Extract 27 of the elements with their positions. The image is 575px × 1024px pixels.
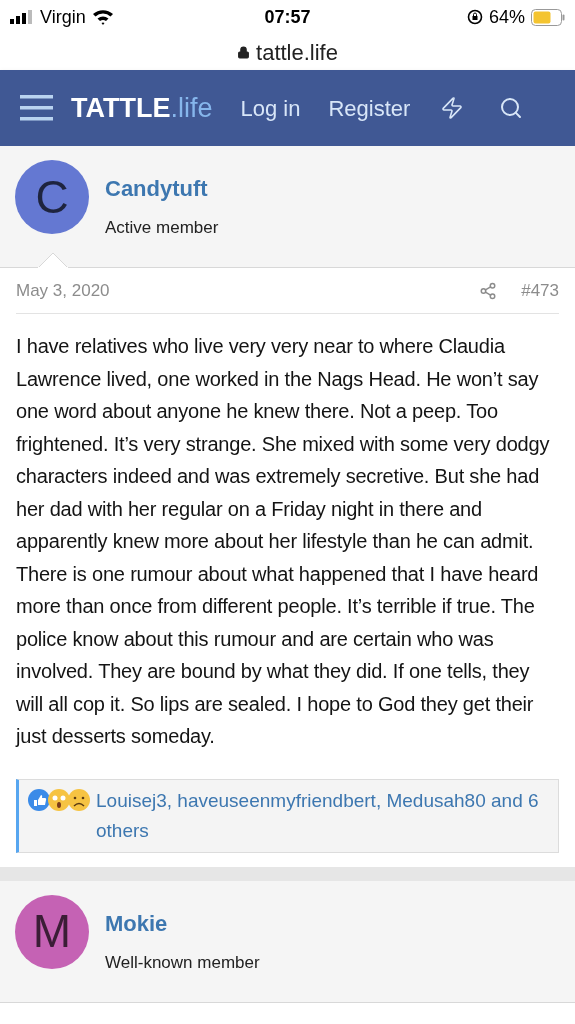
rotation-lock-icon	[466, 9, 483, 25]
post-body: I have relatives who live very very near to where Claudia Lawrence lived, one worked in the Nags Head. He won’t say one word about anyone he knew there. Not a peep. Too frightened. It’s very strange. She mixed with some very dodgy characters indeed and was extremely secretive. But she had her dad with her regular on a Friday night in there and apparently knew more about her lifestyle than he can admit. There is one rumour about what happened that I have heard more than once from different people. It’s terrible if true. The police know about this rumour and are certain who was involved. They are bound by what they did. If one tells, they will all cop it. So lips are sealed. I hope to God they get their just desserts someday.	[16, 334, 551, 749]
share-icon[interactable]	[479, 281, 498, 300]
author-name[interactable]: Candytuft	[105, 172, 219, 205]
address-url[interactable]: tattle.life	[256, 35, 338, 69]
wifi-icon	[91, 9, 114, 25]
battery-percent: 64%	[488, 5, 525, 29]
carrier-name: Virgin	[40, 5, 86, 29]
search-icon[interactable]	[499, 96, 524, 120]
post-number[interactable]: #473	[521, 277, 559, 304]
nav-link[interactable]: Log in	[240, 91, 301, 125]
reactions-list[interactable]: Louisej3, haveuseenmyfriendbert, Medusah80 and 6 others	[96, 785, 550, 846]
member-rank: Well-known member	[105, 951, 260, 974]
lock-icon	[237, 45, 251, 59]
avatar[interactable]: C	[15, 160, 89, 234]
signal-icon	[10, 10, 34, 24]
author-name[interactable]: Mokie	[105, 906, 260, 940]
site-logo[interactable]: TATTLE.life	[71, 87, 213, 129]
battery-icon	[531, 8, 565, 26]
nav-link[interactable]: Register	[328, 91, 411, 125]
avatar[interactable]: M	[15, 894, 89, 969]
post-date[interactable]: May 3, 2020	[16, 277, 110, 304]
reaction-emojis-icon	[27, 787, 91, 812]
menu-icon[interactable]	[20, 95, 53, 121]
lightning-icon[interactable]	[440, 96, 465, 120]
member-rank: Active member	[105, 217, 219, 239]
clock-time: 07:57	[264, 5, 311, 29]
